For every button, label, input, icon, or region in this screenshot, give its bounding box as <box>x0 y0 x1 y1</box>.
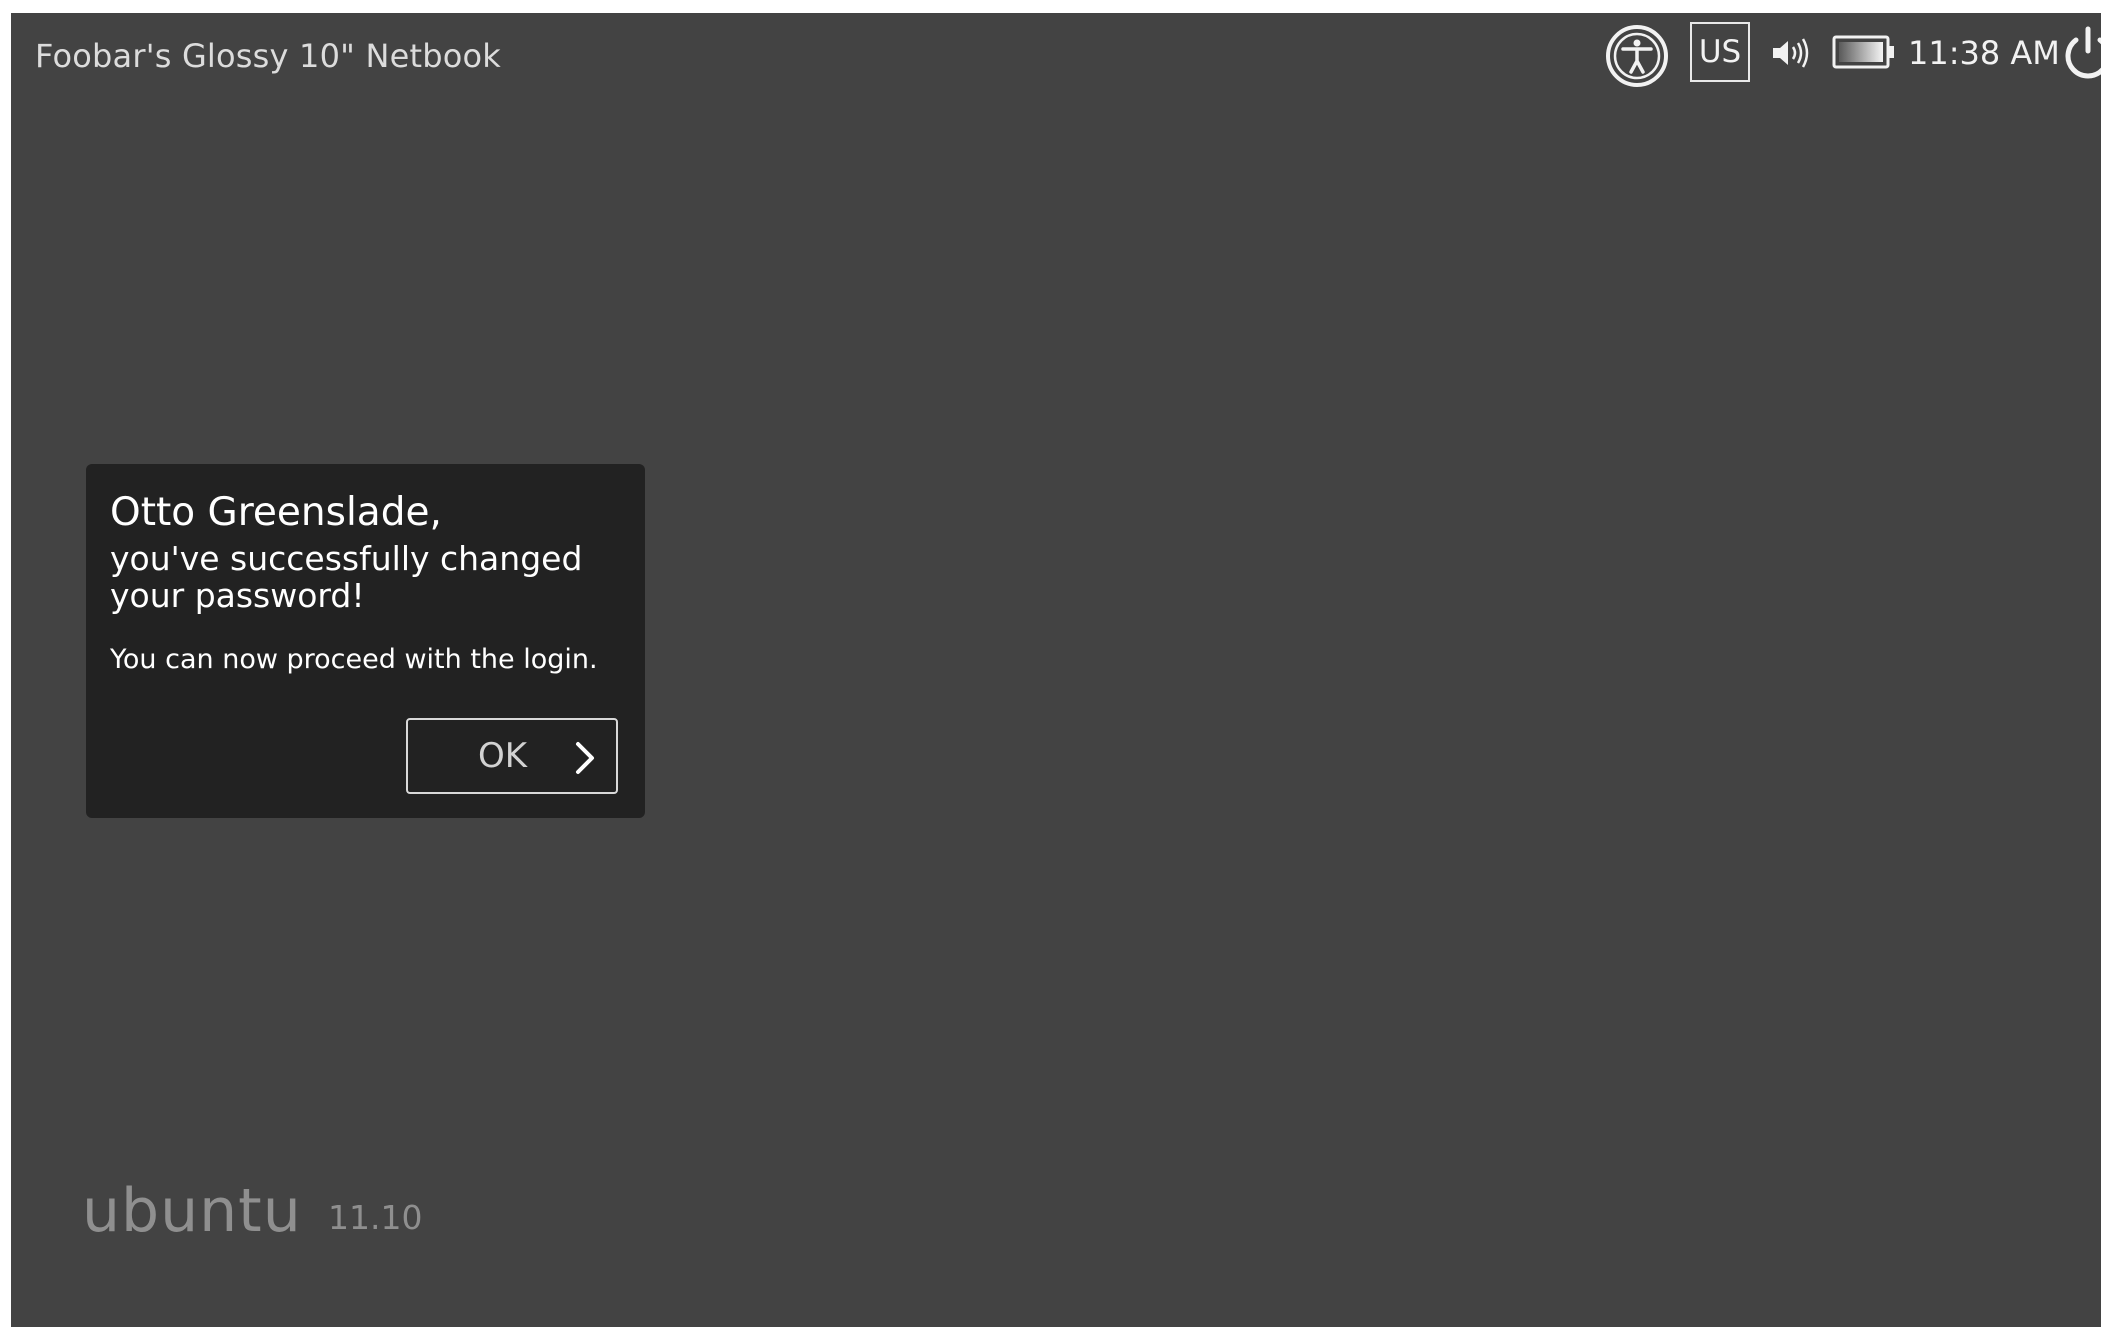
volume-button[interactable] <box>1771 33 1813 73</box>
keyboard-layout-indicator[interactable]: US <box>1690 22 1750 82</box>
host-name: Foobar's Glossy 10" Netbook <box>35 37 502 75</box>
greeter-screen: Foobar's Glossy 10" Netbook US 11:38 AM … <box>11 13 2101 1327</box>
accessibility-icon <box>1606 25 1668 87</box>
dialog-title: Otto Greenslade, <box>110 490 442 535</box>
power-button[interactable] <box>2061 25 2101 85</box>
accessibility-button[interactable] <box>1605 24 1669 88</box>
battery-icon <box>1832 35 1894 69</box>
battery-indicator[interactable] <box>1832 34 1896 70</box>
ok-button-label: OK <box>478 736 528 776</box>
ubuntu-logo: ubuntu <box>82 1176 302 1246</box>
chevron-right-icon <box>576 742 594 774</box>
volume-icon <box>1773 38 1809 68</box>
password-changed-dialog: Otto Greenslade, you've successfully cha… <box>86 464 645 818</box>
dialog-message: You can now proceed with the login. <box>110 644 598 675</box>
ok-button[interactable]: OK <box>406 718 618 794</box>
version-label: 11.10 <box>328 1198 423 1237</box>
dialog-subtitle: you've successfully changed your passwor… <box>110 539 583 615</box>
clock[interactable]: 11:38 AM <box>1908 34 2060 72</box>
power-icon <box>2065 26 2101 79</box>
